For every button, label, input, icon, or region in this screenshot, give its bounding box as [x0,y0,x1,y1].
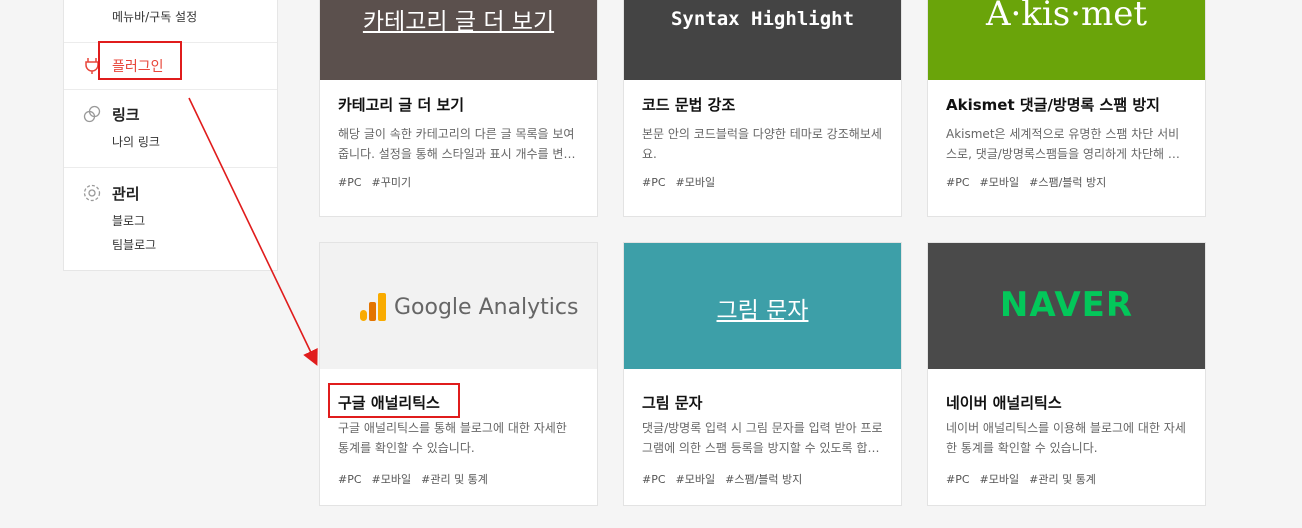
annotation-arrow [188,97,318,366]
